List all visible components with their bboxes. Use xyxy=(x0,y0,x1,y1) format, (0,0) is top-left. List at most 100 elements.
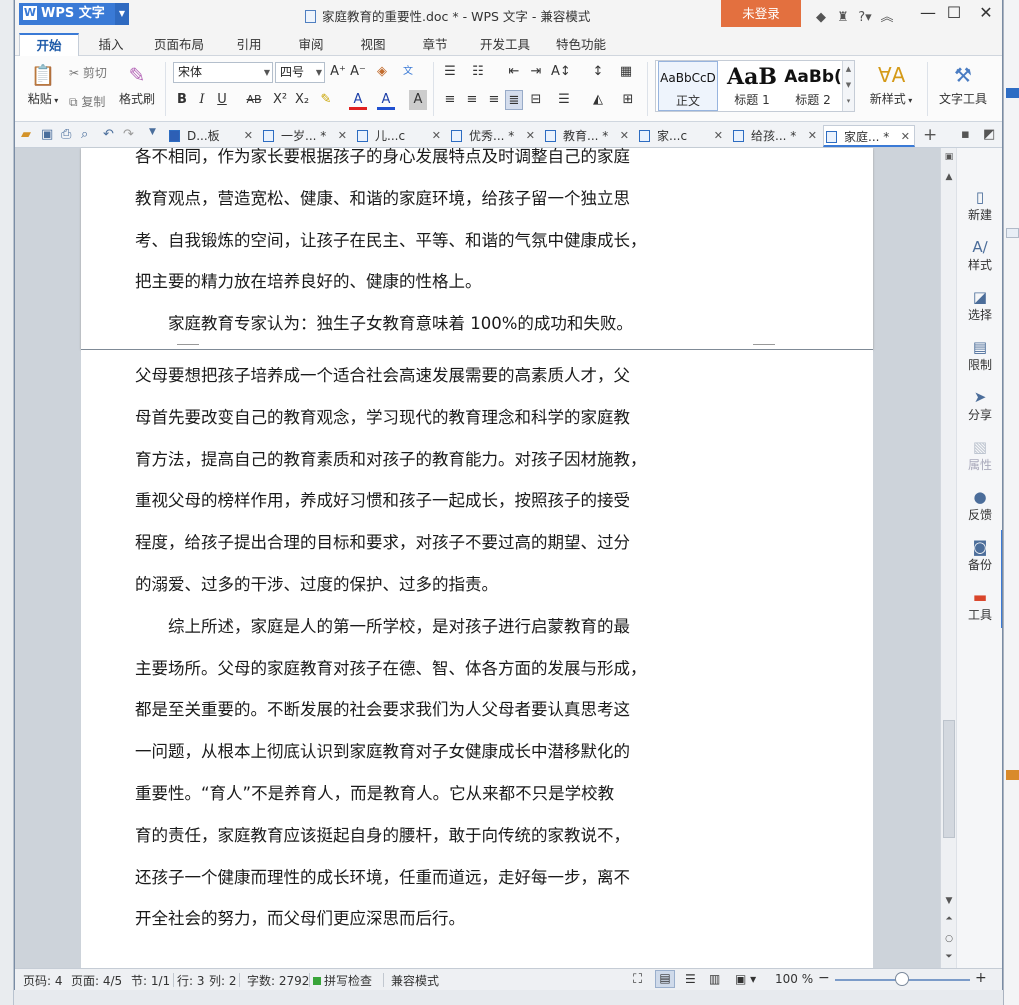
maximize-button[interactable]: ☐ xyxy=(939,3,969,22)
shading-icon[interactable]: ◭ xyxy=(589,90,607,110)
split-icon[interactable]: ▣ xyxy=(941,152,957,162)
zoom-slider-handle[interactable] xyxy=(895,972,909,986)
tab-menu-icon[interactable]: ◩ xyxy=(983,127,995,142)
zoom-out-icon[interactable]: − xyxy=(818,970,830,986)
tab-review[interactable]: 审阅 xyxy=(287,35,335,56)
redo-icon[interactable]: ↷ xyxy=(123,127,134,142)
borders-icon[interactable]: ⊞ xyxy=(619,90,637,110)
help-icon[interactable]: ?▾ xyxy=(854,10,876,25)
char-shading-icon[interactable]: A xyxy=(409,90,427,110)
fullscreen-icon[interactable]: ⛶ xyxy=(633,972,642,987)
scroll-down-icon[interactable]: ▼ xyxy=(941,896,957,906)
panel-share[interactable]: ➤ 分享 xyxy=(957,388,1002,423)
panel-new[interactable]: ▯ 新建 xyxy=(957,188,1002,223)
close-tab-icon[interactable]: ✕ xyxy=(714,125,723,147)
web-view-icon[interactable]: ▥ xyxy=(709,972,720,986)
cut-button[interactable]: ✂ 剪切 xyxy=(69,64,107,81)
tab-special[interactable]: 特色功能 xyxy=(549,35,613,56)
paste-button[interactable]: 📋 粘贴 ▾ xyxy=(21,62,65,107)
close-button[interactable]: ✕ xyxy=(971,3,1001,22)
format-painter-button[interactable]: ✎ 格式刷 xyxy=(115,62,159,107)
style-heading-2[interactable]: AaBb(标题 2 xyxy=(784,61,842,111)
browse-object-icon[interactable]: ○ xyxy=(941,934,957,944)
new-style-button[interactable]: ⱯA 新样式 ▾ xyxy=(863,62,919,107)
vertical-scrollbar[interactable]: ▣ ▲ ▼ ⏶ ○ ⏷ xyxy=(940,148,956,968)
close-tab-icon[interactable]: ✕ xyxy=(901,126,910,148)
scrollbar-thumb[interactable] xyxy=(943,720,955,838)
subscript-icon[interactable]: X₂ xyxy=(293,90,311,110)
align-left-icon[interactable]: ≡ xyxy=(441,90,459,110)
superscript-icon[interactable]: X² xyxy=(271,90,289,110)
tab-home[interactable]: 开始 xyxy=(19,33,79,57)
doc-tab[interactable]: 给孩... * ✕ xyxy=(731,125,817,147)
pinyin-icon[interactable]: 文 xyxy=(399,62,417,82)
page-view-icon[interactable]: ▤ xyxy=(655,970,675,988)
copy-button[interactable]: ⧉ 复制 xyxy=(69,93,105,110)
tab-list-icon[interactable]: ▪ xyxy=(961,127,970,142)
grow-font-icon[interactable]: A⁺ xyxy=(329,62,347,82)
tab-references[interactable]: 引用 xyxy=(225,35,273,56)
font-color-icon[interactable]: A xyxy=(349,90,367,110)
reading-view-icon[interactable]: ▣ ▾ xyxy=(735,972,756,986)
print-preview-icon[interactable]: ⌕ xyxy=(81,127,88,142)
text-color-icon[interactable]: A xyxy=(377,90,395,110)
line-spacing-icon[interactable]: ☰ xyxy=(555,90,573,110)
distribute-icon[interactable]: ⊟ xyxy=(527,90,545,110)
zoom-in-icon[interactable]: + xyxy=(975,970,987,986)
tab-view[interactable]: 视图 xyxy=(349,35,397,56)
tab-developer[interactable]: 开发工具 xyxy=(473,35,537,56)
panel-select[interactable]: ◪ 选择 xyxy=(957,288,1002,323)
panel-feedback[interactable]: ● 反馈 xyxy=(957,488,1002,523)
align-right-icon[interactable]: ≡ xyxy=(485,90,503,110)
sort-icon[interactable]: ↕ xyxy=(589,62,607,82)
page-text[interactable]: 父母要想把孩子培养成一个适合社会高速发展需要的高素质人才，父 母首先要改变自己的… xyxy=(135,355,690,940)
style-gallery-scroll[interactable]: ▲ ▼ ▾ xyxy=(842,61,854,111)
spell-check-toggle[interactable]: 拼写检查 xyxy=(313,972,372,989)
align-center-icon[interactable]: ≡ xyxy=(463,90,481,110)
strikethrough-icon[interactable]: AB xyxy=(241,90,267,110)
prev-page-icon[interactable]: ⏶ xyxy=(941,914,957,924)
panel-tools[interactable]: ▬ 工具 xyxy=(957,588,1002,623)
bold-icon[interactable]: B xyxy=(173,90,191,110)
doc-tab-active[interactable]: 家庭... * ✕ xyxy=(823,125,915,147)
status-word-count[interactable]: 字数: 2792 xyxy=(247,972,309,989)
tab-insert[interactable]: 插入 xyxy=(87,35,135,56)
scroll-up-icon[interactable]: ▲ xyxy=(941,172,957,182)
increase-indent-icon[interactable]: ⇥ xyxy=(527,62,545,82)
style-normal[interactable]: AaBbCcD 正文 xyxy=(658,61,718,111)
underline-icon[interactable]: U xyxy=(213,90,231,110)
collapse-ribbon-icon[interactable]: ︽ xyxy=(876,6,898,25)
panel-restrict[interactable]: ▤ 限制 xyxy=(957,338,1002,373)
undo-icon[interactable]: ↶ xyxy=(103,127,114,142)
italic-icon[interactable]: I xyxy=(193,90,211,110)
justify-icon[interactable]: ≣ xyxy=(505,90,523,110)
save-icon[interactable]: ▣ xyxy=(41,127,53,142)
close-tab-icon[interactable]: ✕ xyxy=(808,125,817,147)
chevron-down-icon[interactable]: ▼ xyxy=(115,3,129,25)
table-icon[interactable]: ▦ xyxy=(617,62,635,82)
open-folder-icon[interactable]: ▰ xyxy=(21,127,31,142)
login-button[interactable]: 未登录 xyxy=(721,0,801,27)
tab-page-layout[interactable]: 页面布局 xyxy=(147,35,211,56)
app-menu-button[interactable]: W WPS 文字 ▼ xyxy=(19,3,129,25)
page-text[interactable]: 各不相同，作为家长要根据孩子的身心发展特点及时调整自己的家庭 教育观点，营造宽松… xyxy=(135,136,690,345)
font-size-adjust-icon[interactable]: A↕ xyxy=(551,62,571,82)
next-page-icon[interactable]: ⏷ xyxy=(941,952,957,962)
new-tab-icon[interactable]: + xyxy=(923,125,937,145)
panel-style[interactable]: A∕ 样式 xyxy=(957,238,1002,273)
style-heading-1[interactable]: AaB 标题 1 xyxy=(722,61,782,111)
print-icon[interactable]: ⎙ xyxy=(61,127,71,142)
skin-icon[interactable]: ◆ xyxy=(810,10,832,25)
font-size-select[interactable]: 四号 ▼ xyxy=(275,62,325,83)
font-name-select[interactable]: 宋体 ▼ xyxy=(173,62,273,83)
text-tools-button[interactable]: ⚒ 文字工具 xyxy=(933,62,993,107)
panel-backup[interactable]: ◙ 备份 xyxy=(957,538,1002,573)
bullets-icon[interactable]: ☰ xyxy=(441,62,459,82)
highlight-icon[interactable]: ✎ xyxy=(317,90,335,110)
outline-view-icon[interactable]: ☰ xyxy=(685,972,696,986)
shirt-icon[interactable]: ♜ xyxy=(832,10,854,25)
numbering-icon[interactable]: ☷ xyxy=(469,62,487,82)
zoom-level[interactable]: 100 % xyxy=(775,972,813,986)
decrease-indent-icon[interactable]: ⇤ xyxy=(505,62,523,82)
shrink-font-icon[interactable]: A⁻ xyxy=(349,62,367,82)
